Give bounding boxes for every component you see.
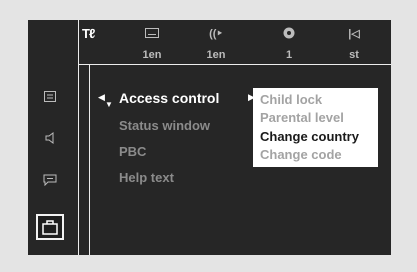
- submenu-item-parental-level[interactable]: Parental level: [260, 110, 344, 125]
- access-control-submenu: Child lock Parental level Change country…: [253, 88, 378, 167]
- divider: [89, 65, 90, 255]
- subtitle-icon[interactable]: [132, 26, 172, 40]
- menu-item-access-control[interactable]: Access control: [119, 90, 219, 106]
- sidebar-selected-frame[interactable]: [36, 214, 64, 240]
- submenu-item-change-code[interactable]: Change code: [260, 147, 342, 162]
- divider: [78, 64, 391, 65]
- submenu-item-child-lock[interactable]: Child lock: [260, 92, 322, 107]
- angle-icon[interactable]: [269, 26, 309, 40]
- audio-value: 1en: [206, 49, 226, 61]
- down-arrow-icon: ▼: [105, 100, 113, 109]
- menu-item-pbc[interactable]: PBC: [119, 144, 146, 159]
- submenu-item-change-country[interactable]: Change country: [260, 129, 359, 144]
- divider: [78, 20, 79, 255]
- briefcase-icon[interactable]: [42, 219, 58, 240]
- display-setup-icon[interactable]: [40, 88, 60, 104]
- language-bubble-icon[interactable]: [40, 172, 60, 188]
- speaker-icon[interactable]: [40, 130, 60, 146]
- angle-value: 1: [285, 49, 293, 61]
- tools-icon[interactable]: Tℓ: [82, 26, 95, 41]
- left-arrow-icon: ◀: [98, 92, 105, 102]
- osd-screen: Tℓ 1en ((‣ 1en 1 |◁ st ◀ ▼ ▶ Access cont…: [28, 20, 391, 255]
- menu-item-help-text[interactable]: Help text: [119, 170, 174, 185]
- sound-mode-icon[interactable]: |◁: [334, 26, 374, 40]
- sound-mode-value: st: [349, 49, 359, 61]
- audio-icon[interactable]: ((‣: [196, 26, 236, 40]
- menu-item-status-window[interactable]: Status window: [119, 118, 210, 133]
- subtitle-value: 1en: [142, 49, 162, 61]
